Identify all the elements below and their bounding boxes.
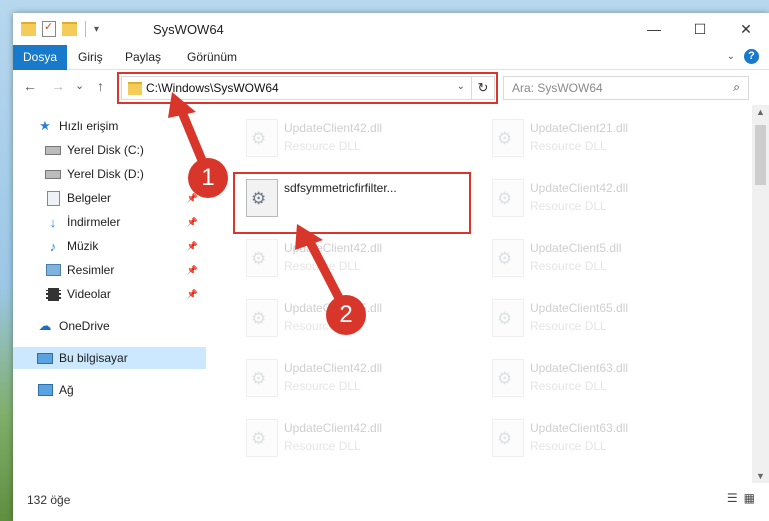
annotation-arrows (168, 92, 344, 303)
step-badge-2: 2 (326, 295, 366, 335)
arrow-2-line (306, 239, 344, 303)
step-badge-1: 1 (188, 158, 228, 198)
arrow-1-head (168, 92, 196, 118)
